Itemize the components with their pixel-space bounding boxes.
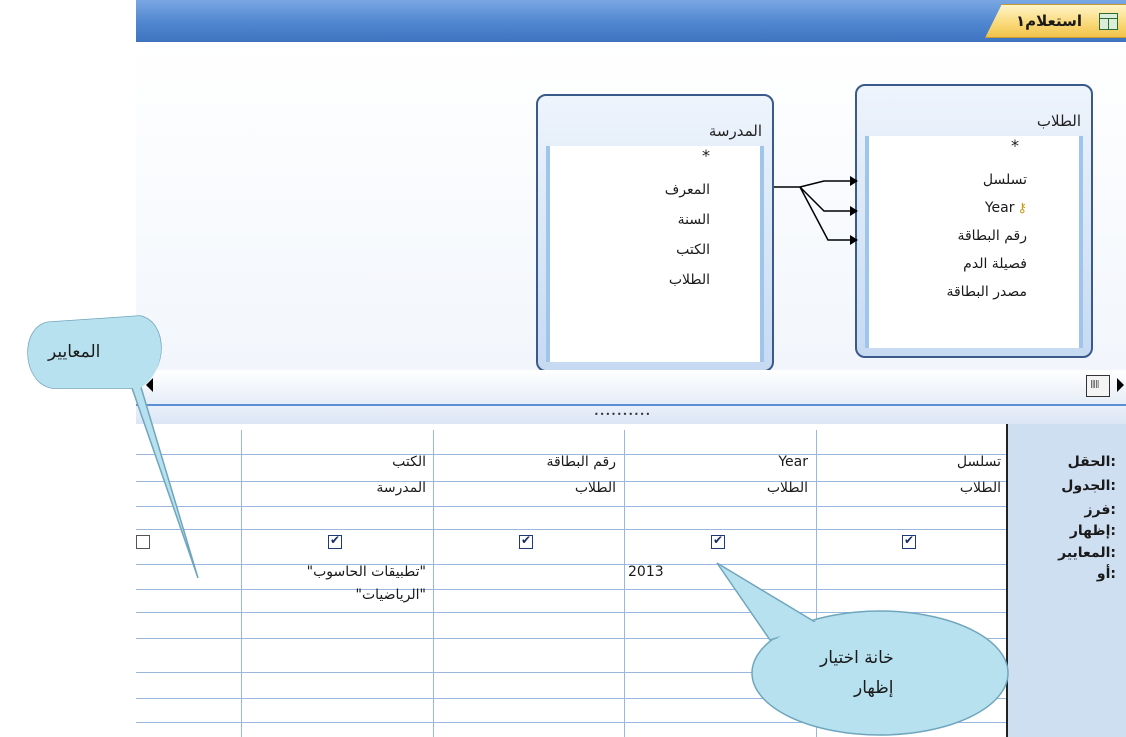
row-label-field: الحقل:	[1067, 454, 1116, 470]
show-checkbox[interactable]	[711, 533, 725, 549]
splitter-grip[interactable]: ••••••••••	[594, 410, 651, 419]
field-item[interactable]: تسلسل	[983, 172, 1027, 188]
criteria-callout-text: المعايير	[48, 342, 101, 362]
grid-cell-field[interactable]: Year	[778, 454, 808, 470]
row-label-sort: فرز:	[1084, 502, 1116, 518]
table-box-school[interactable]: المدرسة * المعرف السنة الكتب الطلاب	[536, 94, 774, 372]
grid-cell-criteria[interactable]: 2013	[628, 564, 664, 580]
design-scrollbar[interactable]	[136, 370, 1126, 404]
row-label-show: إظهار:	[1069, 523, 1116, 539]
grid-line	[136, 722, 1006, 723]
grid-cell-table[interactable]: الطلاب	[575, 480, 616, 496]
table-box-students[interactable]: الطلاب * تسلسل Year ⚷ رقم البطاقة فصيلة ا…	[855, 84, 1093, 358]
show-checkbox[interactable]	[902, 533, 916, 549]
scroll-thumb[interactable]	[1086, 375, 1110, 397]
field-item[interactable]: الكتب	[676, 242, 710, 258]
show-callout-text-line1: خانة اختيار	[820, 648, 894, 668]
grid-cell-table[interactable]: الطلاب	[767, 480, 808, 496]
grid-line	[816, 430, 817, 737]
doc-tab[interactable]: استعلام١	[985, 4, 1126, 38]
field-item[interactable]: مصدر البطاقة	[946, 284, 1027, 300]
grid-cell-field[interactable]: رقم البطاقة	[546, 454, 616, 470]
grid-cell-table[interactable]: المدرسة	[376, 480, 426, 496]
title-band	[136, 0, 1126, 42]
grid-line	[136, 698, 1006, 699]
grid-cell-table[interactable]: الطلاب	[960, 480, 1001, 496]
scroll-left-icon[interactable]	[146, 378, 153, 392]
row-label-table: الجدول:	[1061, 478, 1116, 494]
row-labels: الحقل: الجدول: فرز: إظهار: المعايير: أو:	[1006, 424, 1126, 737]
grid-line	[624, 430, 625, 737]
field-list: * تسلسل Year ⚷ رقم البطاقة فصيلة الدم مصد…	[865, 136, 1083, 348]
field-item[interactable]: Year ⚷	[985, 200, 1027, 216]
field-item[interactable]: الطلاب	[669, 272, 710, 288]
query-icon	[1099, 13, 1118, 30]
show-checkbox[interactable]	[136, 535, 150, 549]
table-title: المدرسة	[708, 122, 762, 140]
table-title: الطلاب	[1036, 112, 1081, 130]
grid-line	[136, 481, 1006, 482]
field-item[interactable]: فصيلة الدم	[963, 256, 1027, 272]
row-label-or: أو:	[1096, 566, 1116, 582]
field-item[interactable]: رقم البطاقة	[957, 228, 1027, 244]
grid-line	[136, 589, 1006, 590]
query-grid: الحقل: الجدول: فرز: إظهار: المعايير: أو:…	[136, 424, 1126, 737]
row-label-criteria: المعايير:	[1058, 545, 1116, 561]
field-item[interactable]: السنة	[678, 212, 710, 228]
field-all[interactable]: *	[1011, 136, 1019, 155]
grid-cell-field[interactable]: الكتب	[392, 454, 426, 470]
pane-splitter[interactable]: ••••••••••	[136, 404, 1126, 424]
show-checkbox[interactable]	[328, 533, 342, 549]
grid-cell-field[interactable]: تسلسل	[957, 454, 1001, 470]
field-list: * المعرف السنة الكتب الطلاب	[546, 146, 764, 362]
grid-line	[136, 506, 1006, 507]
grid-line	[136, 564, 1006, 565]
grid-cell-criteria[interactable]: "تطبيقات الحاسوب"	[307, 564, 426, 580]
grid-line	[136, 638, 1006, 639]
field-label: Year	[984, 200, 1015, 216]
grid-line	[136, 529, 1006, 530]
scroll-right-icon[interactable]	[1117, 378, 1124, 392]
grid-line	[433, 430, 434, 737]
grid-line	[136, 672, 1006, 673]
field-item[interactable]: المعرف	[665, 182, 710, 198]
query-design-window: استعلام١ المدرسة * المعرف السنة الكتب ال…	[0, 0, 1126, 737]
show-checkbox[interactable]	[519, 533, 533, 549]
show-callout-text-line2: إظهار	[854, 678, 894, 698]
key-icon: ⚷	[1017, 201, 1027, 216]
doc-tab-title: استعلام١	[1016, 12, 1083, 30]
field-all[interactable]: *	[702, 146, 710, 165]
grid-line	[136, 612, 1006, 613]
grid-cell-or[interactable]: "الرياضيات"	[355, 587, 426, 603]
grid-line	[241, 430, 242, 737]
